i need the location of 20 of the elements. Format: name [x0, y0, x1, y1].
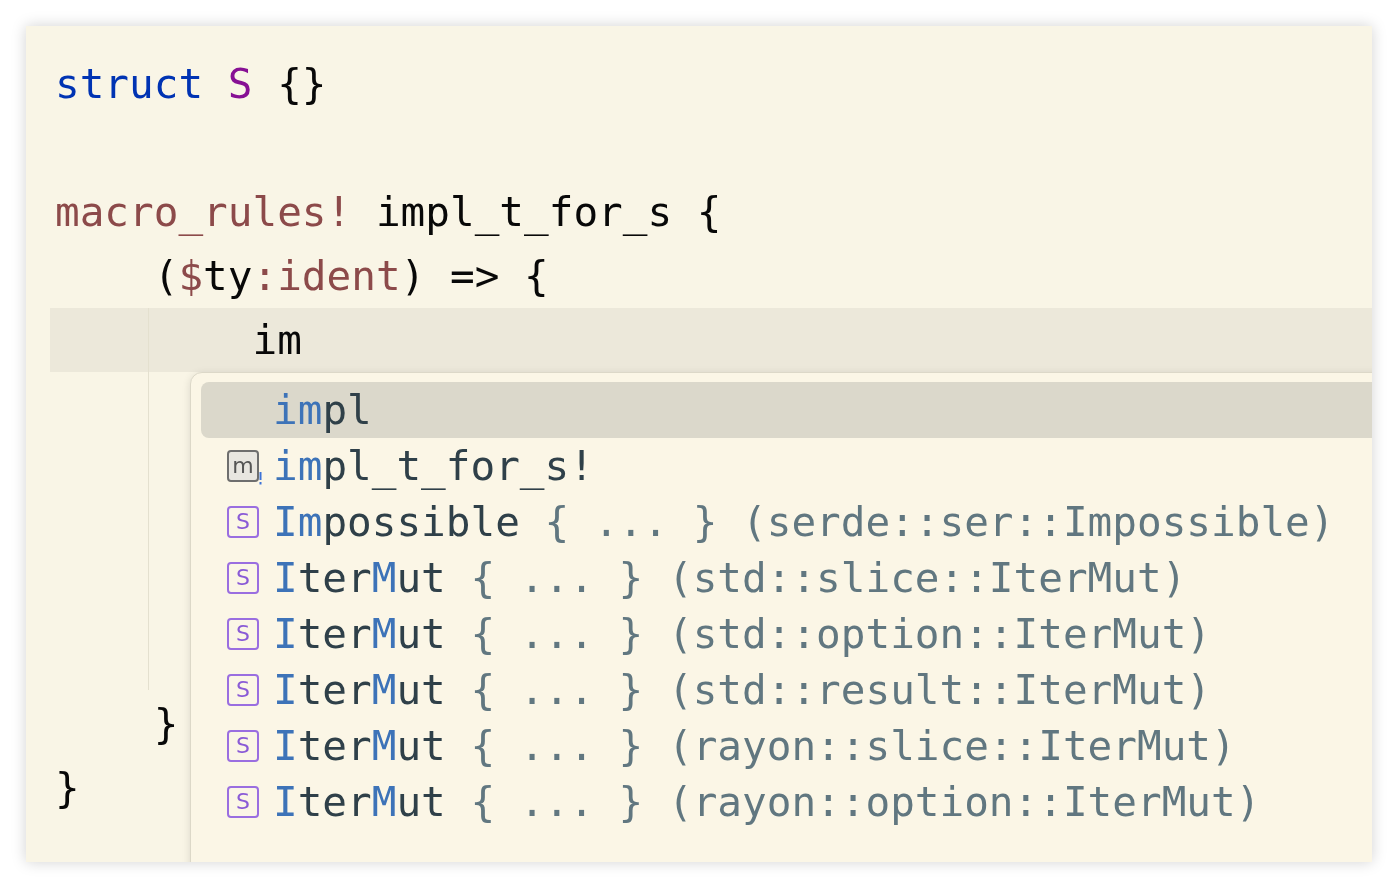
completion-item[interactable]: S IterMut { ... } (std::option::IterMut) — [201, 606, 1372, 662]
completion-item[interactable]: S IterMut { ... } (rayon::option::IterMut) — [201, 774, 1372, 830]
completion-item[interactable]: impl — [201, 382, 1372, 438]
struct-icon: S — [227, 730, 259, 762]
macro-icon: m — [227, 450, 259, 482]
struct-icon: S — [227, 618, 259, 650]
completion-item[interactable]: S IterMut { ... } (rayon::slice::IterMut) — [201, 718, 1372, 774]
code-line: } — [152, 699, 179, 750]
code-line: } — [54, 763, 80, 814]
completion-item[interactable]: S IterMut { ... } (std::slice::IterMut) — [201, 550, 1372, 606]
code-line: struct S {} — [54, 59, 327, 110]
struct-icon: S — [227, 506, 259, 538]
struct-icon: S — [227, 674, 259, 706]
struct-icon: S — [227, 786, 259, 818]
struct-icon: S — [227, 562, 259, 594]
code-line: ($ty:ident) => { — [152, 251, 549, 302]
completion-item[interactable]: S Impossible { ... } (serde::ser::Impossible) — [201, 494, 1372, 550]
code-line: macro_rules! impl_t_for_s { — [54, 187, 722, 238]
completion-item[interactable]: m impl_t_for_s! — [201, 438, 1372, 494]
completion-item[interactable]: S IterMut { ... } (std::result::IterMut) — [201, 662, 1372, 718]
